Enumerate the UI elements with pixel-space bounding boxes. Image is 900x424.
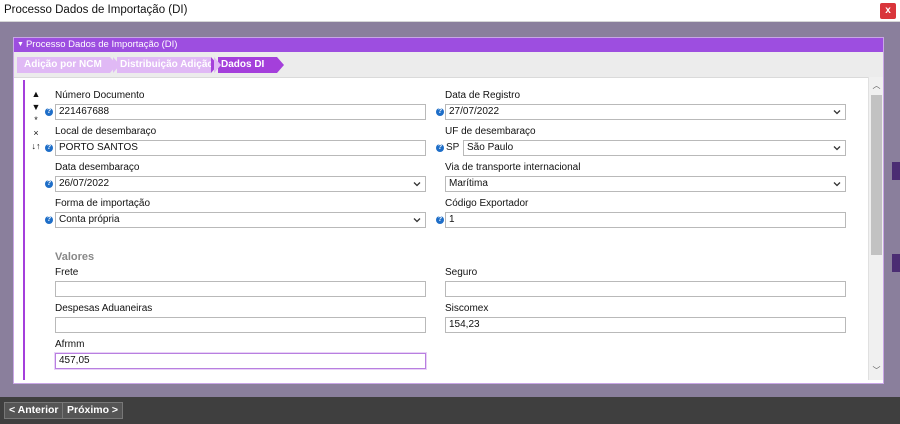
move-down-icon[interactable]: ▼ bbox=[31, 102, 41, 115]
afrmm-field[interactable]: 457,05 bbox=[55, 353, 426, 369]
background-tab bbox=[892, 254, 900, 272]
scroll-down-icon[interactable]: ﹀ bbox=[871, 365, 882, 375]
close-button[interactable]: x bbox=[880, 3, 896, 19]
window-title: Processo Dados de Importação (DI) bbox=[4, 4, 188, 16]
despesas-aduaneiras-field[interactable] bbox=[55, 317, 426, 333]
local-desembaraco-label: Local de desembaraço bbox=[55, 126, 157, 137]
star-icon[interactable]: * bbox=[31, 115, 41, 128]
despesas-aduaneiras-label: Despesas Aduaneiras bbox=[55, 303, 153, 314]
local-desembaraco-field[interactable]: PORTO SANTOS bbox=[55, 140, 426, 156]
crumb-adicao-ncm[interactable]: Adição por NCM bbox=[17, 57, 120, 73]
chevron-down-icon bbox=[833, 146, 841, 151]
help-icon[interactable]: ? bbox=[45, 216, 53, 224]
window-titlebar: Processo Dados de Importação (DI) x bbox=[0, 0, 900, 22]
numero-documento-label: Número Documento bbox=[55, 90, 145, 101]
frete-field[interactable] bbox=[55, 281, 426, 297]
help-icon[interactable]: ? bbox=[436, 144, 444, 152]
left-accent-line bbox=[23, 80, 25, 380]
crumb-distribuicao-adicao[interactable]: Distribuição Adição bbox=[110, 57, 221, 73]
seguro-label: Seguro bbox=[445, 267, 478, 278]
breadcrumb: Adição por NCM Distribuição Adição Dados… bbox=[14, 52, 883, 78]
panel-header[interactable]: ▼ Processo Dados de Importação (DI) bbox=[14, 38, 883, 52]
footer-bar: < Anterior Próximo > bbox=[0, 397, 900, 424]
help-icon[interactable]: ? bbox=[45, 180, 53, 188]
chevron-down-icon bbox=[413, 182, 421, 187]
collapse-icon[interactable]: ▼ bbox=[17, 38, 24, 52]
afrmm-label: Afrmm bbox=[55, 339, 85, 350]
data-registro-label: Data de Registro bbox=[445, 90, 521, 101]
forma-importacao-select[interactable]: Conta própria bbox=[55, 212, 426, 228]
row-toolbar: ▲ ▼ * × ↓↑ bbox=[31, 89, 41, 154]
panel-title: Processo Dados de Importação (DI) bbox=[25, 39, 178, 50]
previous-button[interactable]: < Anterior bbox=[4, 402, 64, 419]
scrollbar-thumb[interactable] bbox=[871, 95, 882, 255]
data-registro-select[interactable]: 27/07/2022 bbox=[445, 104, 846, 120]
sort-icon[interactable]: ↓↑ bbox=[31, 141, 41, 154]
siscomex-field[interactable]: 154,23 bbox=[445, 317, 846, 333]
frete-label: Frete bbox=[55, 267, 79, 278]
numero-documento-field[interactable]: 221467688 bbox=[55, 104, 426, 120]
uf-code: SP bbox=[446, 142, 460, 153]
delete-icon[interactable]: × bbox=[31, 128, 41, 141]
next-button[interactable]: Próximo > bbox=[62, 402, 124, 419]
chevron-down-icon bbox=[413, 218, 421, 223]
via-transporte-label: Via de transporte internacional bbox=[445, 162, 581, 173]
data-desembaraco-label: Data desembaraço bbox=[55, 162, 140, 173]
chevron-down-icon bbox=[833, 110, 841, 115]
uf-desembaraco-label: UF de desembaraço bbox=[445, 126, 536, 137]
help-icon[interactable]: ? bbox=[45, 108, 53, 116]
move-up-icon[interactable]: ▲ bbox=[31, 89, 41, 102]
vertical-scrollbar[interactable]: ︿ ﹀ bbox=[868, 77, 883, 380]
valores-section-title: Valores bbox=[55, 251, 95, 263]
scroll-up-icon[interactable]: ︿ bbox=[871, 80, 882, 90]
data-desembaraco-select[interactable]: 26/07/2022 bbox=[55, 176, 426, 192]
help-icon[interactable]: ? bbox=[436, 108, 444, 116]
forma-importacao-label: Forma de importação bbox=[55, 198, 151, 209]
via-transporte-select[interactable]: Marítima bbox=[445, 176, 846, 192]
siscomex-label: Siscomex bbox=[445, 303, 489, 314]
codigo-exportador-label: Código Exportador bbox=[445, 198, 529, 209]
codigo-exportador-field[interactable]: 1 bbox=[445, 212, 846, 228]
uf-desembaraco-select[interactable]: São Paulo bbox=[463, 140, 846, 156]
help-icon[interactable]: ? bbox=[45, 144, 53, 152]
background-tab bbox=[892, 162, 900, 180]
seguro-field[interactable] bbox=[445, 281, 846, 297]
help-icon[interactable]: ? bbox=[436, 216, 444, 224]
chevron-down-icon bbox=[833, 182, 841, 187]
